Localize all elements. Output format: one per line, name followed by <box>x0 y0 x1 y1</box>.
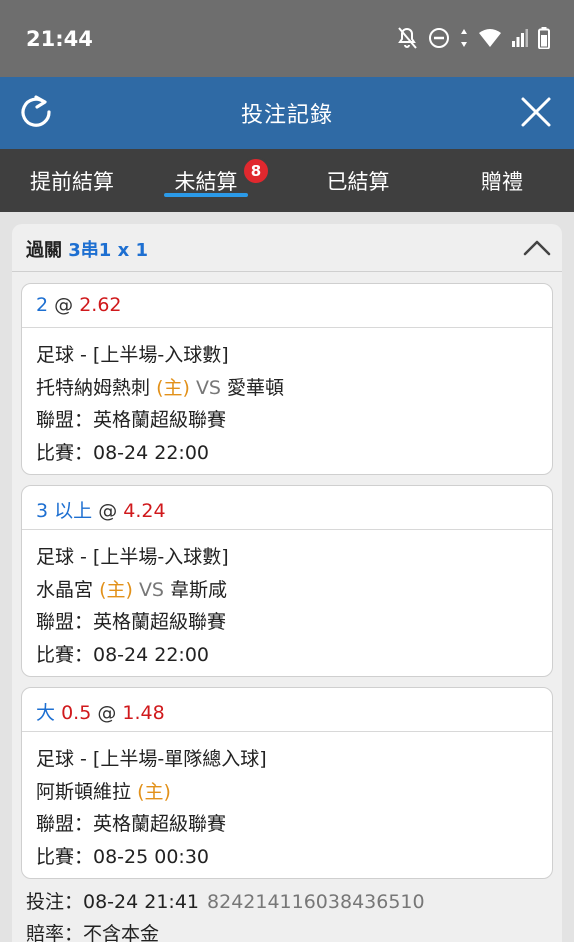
bet-pick: 3 以上 <box>36 500 93 522</box>
tab-early-settlement[interactable]: 提前結算 <box>0 149 144 212</box>
home-team: 阿斯頓維拉 <box>36 780 132 803</box>
battery-icon <box>538 27 550 49</box>
bet-details: 足球 - [上半場-入球數] 水晶宮 (主) VS 韋斯咸 聯盟：英格蘭超級聯賽… <box>22 530 552 672</box>
home-team: 托特納姆熱刺 <box>36 376 151 399</box>
parlay-label: 過關 <box>26 240 62 261</box>
bet-market: 足球 - [上半場-單隊總入球] <box>36 748 267 770</box>
bet-league: 聯盟：英格蘭超級聯賽 <box>36 611 227 633</box>
bet-pick: 2 <box>36 294 49 316</box>
bet-match-time: 比賽：08-25 00:30 <box>36 845 210 868</box>
bet-details: 足球 - [上半場-入球數] 托特納姆熱刺 (主) VS 愛華頓 聯盟：英格蘭超… <box>22 328 552 470</box>
cellular-signal-icon <box>512 29 528 47</box>
home-tag: (主) <box>137 780 171 803</box>
bet-leg-card: 大 0.5 @ 1.48 足球 - [上半場-單隊總入球] 阿斯頓維拉 (主) … <box>21 687 553 879</box>
chevron-up-icon[interactable] <box>522 234 552 260</box>
page-title: 投注記錄 <box>240 103 333 128</box>
odds-note: 賠率：不含本金 <box>26 923 160 942</box>
tab-bar: 提前結算 未結算 已結算 贈禮 <box>0 149 574 212</box>
bet-match-time: 比賽：08-24 22:00 <box>36 643 210 666</box>
tab-gifts[interactable]: 贈禮 <box>430 149 574 212</box>
bet-odds: 2.62 <box>79 294 122 316</box>
bet-at: @ <box>98 500 118 522</box>
notifications-off-icon <box>398 27 417 49</box>
unsettled-count-badge: 8 <box>242 157 270 185</box>
bet-teams: 托特納姆熱刺 (主) VS 愛華頓 <box>36 373 552 406</box>
bet-selection: 3 以上 @ 4.24 <box>22 486 552 530</box>
status-icons <box>396 26 550 50</box>
parlay-card: 過關 3串1 x 1 2 @ 2.62 足球 - [上半場-入球數] 托特納姆熱… <box>12 224 562 942</box>
parlay-title: 過關 3串1 x 1 <box>26 236 148 262</box>
tab-settled[interactable]: 已結算 <box>286 149 430 212</box>
bet-leg-card: 2 @ 2.62 足球 - [上半場-入球數] 托特納姆熱刺 (主) VS 愛華… <box>21 283 553 475</box>
home-tag: (主) <box>156 376 190 399</box>
bet-teams: 阿斯頓維拉 (主) <box>36 777 552 810</box>
bet-placed-line: 投注：08-24 21:41 824214116038436510 <box>26 887 425 914</box>
bet-selection: 大 0.5 @ 1.48 <box>22 688 552 732</box>
bet-pick: 大 <box>36 702 56 724</box>
away-team: 韋斯咸 <box>170 578 228 601</box>
bet-at: @ <box>54 294 74 316</box>
bet-match-time: 比賽：08-24 22:00 <box>36 441 210 464</box>
parlay-combo: 3串1 x 1 <box>68 240 148 261</box>
bet-details: 足球 - [上半場-單隊總入球] 阿斯頓維拉 (主) 聯盟：英格蘭超級聯賽 比賽… <box>22 732 552 874</box>
bet-odds: 4.24 <box>123 500 166 522</box>
do-not-disturb-icon <box>429 28 449 48</box>
bet-id: 824214116038436510 <box>207 891 425 913</box>
bet-line: 0.5 <box>61 702 92 724</box>
wifi-icon <box>479 29 501 47</box>
bet-leg-card: 3 以上 @ 4.24 足球 - [上半場-入球數] 水晶宮 (主) VS 韋斯… <box>21 485 553 677</box>
bet-odds: 1.48 <box>122 702 165 724</box>
bet-market: 足球 - [上半場-入球數] <box>36 546 229 568</box>
bet-league: 聯盟：英格蘭超級聯賽 <box>36 813 227 835</box>
bet-selection: 2 @ 2.62 <box>22 284 552 328</box>
close-icon[interactable] <box>518 94 554 130</box>
home-tag: (主) <box>99 578 133 601</box>
data-arrows-icon <box>461 29 467 47</box>
bet-league: 聯盟：英格蘭超級聯賽 <box>36 409 227 431</box>
bet-teams: 水晶宮 (主) VS 韋斯咸 <box>36 575 552 608</box>
bet-at: @ <box>97 702 117 724</box>
bet-market: 足球 - [上半場-入球數] <box>36 344 229 366</box>
home-team: 水晶宮 <box>36 578 94 601</box>
status-time: 21:44 <box>26 27 93 51</box>
active-tab-indicator <box>164 193 248 197</box>
vs-label: VS <box>195 376 221 399</box>
bet-time: 投注：08-24 21:41 <box>26 891 200 913</box>
app-header: 投注記錄 <box>0 77 574 149</box>
vs-label: VS <box>138 578 164 601</box>
away-team: 愛華頓 <box>227 376 285 399</box>
parlay-header[interactable]: 過關 3串1 x 1 <box>12 224 562 272</box>
status-bar: 21:44 <box>0 0 574 77</box>
